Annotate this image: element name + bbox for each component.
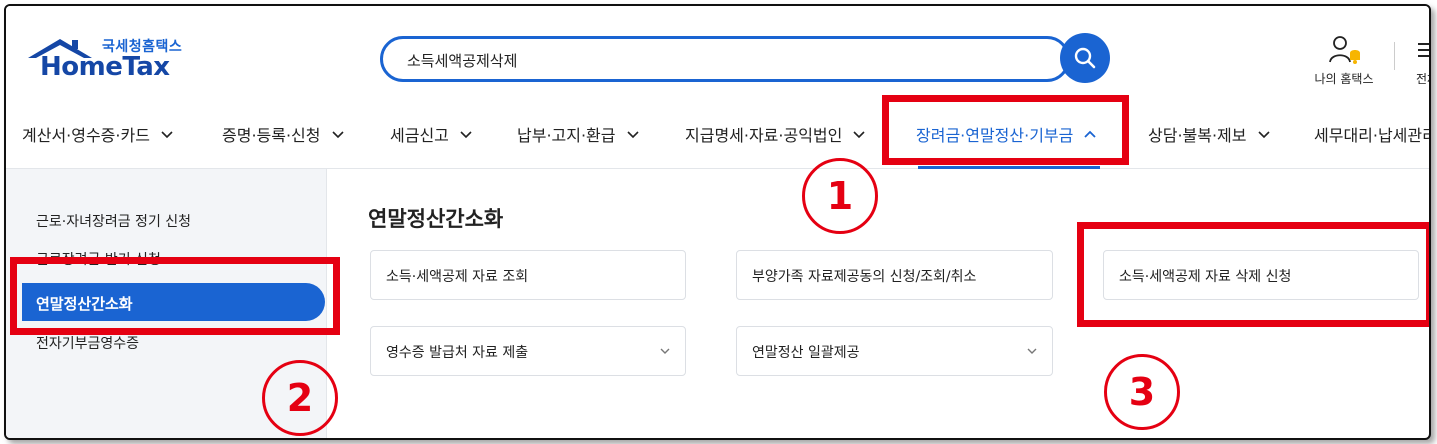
card-label: 영수증 발급처 자료 제출 bbox=[386, 345, 529, 361]
hometax-window: 국세청홈택스 HomeTax 나의 홈택스 bbox=[4, 4, 1431, 440]
header: 국세청홈택스 HomeTax 나의 홈택스 bbox=[6, 6, 1429, 94]
user-bell-icon bbox=[1329, 36, 1360, 64]
chevron-down-icon bbox=[853, 131, 865, 139]
card-label: 소득·세액공제 자료 조회 bbox=[386, 269, 529, 285]
annotation-number-2: 2 bbox=[262, 360, 338, 436]
card-label: 연말정산 일괄제공 bbox=[752, 345, 860, 361]
nav-item-tax-return[interactable]: 세금신고 bbox=[390, 122, 473, 146]
nav-item-label: 세금신고 bbox=[390, 126, 449, 145]
all-menu-button[interactable]: 전체 bbox=[1414, 34, 1429, 90]
chevron-down-icon bbox=[660, 348, 670, 354]
chevron-down-icon bbox=[1027, 348, 1037, 354]
card-label: 부양가족 자료제공동의 신청/조회/취소 bbox=[752, 269, 977, 285]
nav-item-statements[interactable]: 지급명세·자료·공익법인 bbox=[685, 122, 866, 146]
annotation-number-1: 1 bbox=[802, 158, 878, 234]
header-divider bbox=[1394, 42, 1395, 70]
card-deduction-inquiry[interactable]: 소득·세액공제 자료 조회 bbox=[370, 250, 686, 300]
search-icon bbox=[1074, 47, 1096, 69]
nav-item-tax-agent[interactable]: 세무대리·납세관리 bbox=[1314, 122, 1431, 146]
hometax-logo[interactable]: 국세청홈택스 HomeTax bbox=[26, 36, 186, 84]
nav-item-label: 증명·등록·신청 bbox=[222, 126, 321, 145]
card-yearend-bulk-provide[interactable]: 연말정산 일괄제공 bbox=[736, 326, 1053, 376]
annotation-box-3 bbox=[1077, 222, 1429, 327]
main-nav: 계산서·영수증·카드 증명·등록·신청 세금신고 납부·고지·환급 지급명세·자… bbox=[6, 94, 1429, 169]
chevron-down-icon bbox=[460, 131, 472, 139]
nav-item-certificate[interactable]: 증명·등록·신청 bbox=[222, 122, 345, 146]
chevron-down-icon bbox=[331, 131, 344, 139]
chevron-down-icon bbox=[161, 131, 173, 139]
annotation-box-2 bbox=[10, 257, 340, 335]
nav-item-label: 납부·고지·환급 bbox=[517, 126, 616, 145]
nav-item-label: 계산서·영수증·카드 bbox=[22, 126, 150, 145]
card-receipt-issuer-submit[interactable]: 영수증 발급처 자료 제출 bbox=[370, 326, 686, 376]
active-tab-underline bbox=[918, 166, 1100, 169]
nav-item-invoice[interactable]: 계산서·영수증·카드 bbox=[22, 122, 174, 146]
annotation-number-3: 3 bbox=[1104, 354, 1180, 430]
chevron-down-icon bbox=[626, 131, 639, 139]
sidebar-item-donation-receipt[interactable]: 전자기부금영수증 bbox=[36, 333, 139, 353]
nav-item-consult[interactable]: 상담·불복·제보 bbox=[1148, 122, 1271, 146]
my-hometax-button[interactable]: 나의 홈택스 bbox=[1304, 34, 1384, 90]
nav-item-label: 세무대리·납세관리 bbox=[1314, 126, 1431, 145]
section-title: 연말정산간소화 bbox=[368, 207, 504, 231]
search-box bbox=[380, 36, 1070, 82]
nav-item-label: 상담·불복·제보 bbox=[1148, 126, 1247, 145]
chevron-down-icon bbox=[1257, 131, 1270, 139]
nav-item-label: 지급명세·자료·공익법인 bbox=[685, 126, 843, 145]
card-dependent-consent[interactable]: 부양가족 자료제공동의 신청/조회/취소 bbox=[736, 250, 1053, 300]
logo-title: HomeTax bbox=[40, 52, 170, 82]
all-menu-label: 전체 bbox=[1416, 72, 1429, 86]
search-input[interactable] bbox=[405, 47, 1009, 73]
hamburger-icon bbox=[1418, 43, 1429, 57]
sidebar-item-regular-incentive[interactable]: 근로·자녀장려금 정기 신청 bbox=[36, 211, 191, 231]
nav-item-payment[interactable]: 납부·고지·환급 bbox=[517, 122, 640, 146]
search-button[interactable] bbox=[1060, 33, 1110, 83]
my-hometax-label: 나의 홈택스 bbox=[1314, 72, 1374, 86]
annotation-box-1 bbox=[882, 95, 1129, 165]
